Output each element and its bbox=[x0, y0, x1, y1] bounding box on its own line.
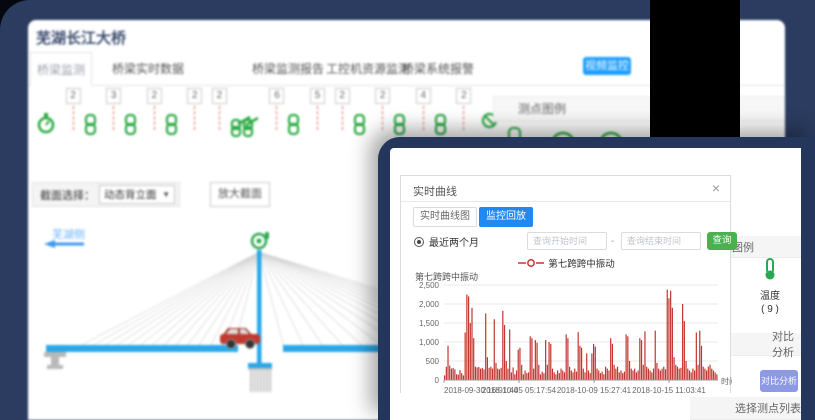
link-icon[interactable] bbox=[287, 114, 300, 135]
video-monitor-button[interactable]: 视频监控 bbox=[583, 57, 631, 75]
link-icon[interactable] bbox=[393, 114, 406, 135]
sensor-dashed-line bbox=[342, 106, 343, 130]
sensor-count-badge: 6 bbox=[269, 88, 284, 104]
sensor-dashed-line bbox=[113, 106, 114, 130]
main-tab-3[interactable]: 工控机资源监测 bbox=[326, 52, 410, 86]
link-icon[interactable] bbox=[434, 114, 447, 135]
sensor-count-badge: 3 bbox=[106, 88, 121, 104]
main-tab-1[interactable]: 桥梁实时数据 bbox=[112, 52, 184, 86]
sensor-dashed-line bbox=[73, 106, 74, 130]
sensor-group-11: 2 bbox=[456, 88, 471, 130]
overlay-window: 测点图例 温度 ( 9 ) 对比分析 对比分析 选择测点列表 实时曲线 × 实时… bbox=[378, 137, 815, 420]
section-select-bar: 截面选择： 动态背立面 ▼ bbox=[32, 182, 180, 207]
y-tick-label: 2,000 bbox=[419, 300, 440, 309]
query-end-time-input[interactable] bbox=[621, 232, 701, 250]
sensor-dashed-line bbox=[463, 106, 464, 130]
bridge-tower-pier bbox=[248, 363, 272, 392]
compare-analysis-button[interactable]: 对比分析 bbox=[760, 370, 798, 392]
main-tab-4[interactable]: 桥梁系统报警 bbox=[402, 52, 474, 86]
main-tab-2[interactable]: 桥梁监测报告 bbox=[252, 52, 324, 86]
recent-two-months-option[interactable]: 最近两个月 bbox=[414, 234, 479, 249]
x-tick-label: 2018-10-05 05:17:54 bbox=[482, 386, 557, 394]
sensor-count-badge: 2 bbox=[456, 88, 471, 104]
sensor-count-badge: 2 bbox=[147, 88, 162, 104]
y-tick-label: 0 bbox=[435, 376, 440, 385]
tab-monitor-playback[interactable]: 监控回放 bbox=[479, 207, 533, 227]
sensor-group-0 bbox=[36, 88, 56, 134]
sensor-group-3: 2 bbox=[147, 88, 178, 135]
page-title: 芜湖长江大桥 bbox=[36, 27, 126, 48]
sensor-group-10: 4 bbox=[416, 88, 447, 135]
sensor-group-7: 5 bbox=[310, 88, 325, 130]
thermometer-icon bbox=[763, 258, 777, 280]
legend-marker-icon bbox=[518, 258, 544, 268]
temperature-count: ( 9 ) bbox=[750, 304, 790, 315]
x-tick-label: 2018-10-09 15:27:41 bbox=[557, 386, 632, 394]
bridge-left-pier bbox=[44, 352, 66, 369]
stopwatch-icon[interactable] bbox=[36, 112, 56, 134]
sensor-count-badge: 2 bbox=[335, 88, 350, 104]
x-axis-label: 时间 bbox=[721, 376, 732, 386]
y-tick-label: 2,500 bbox=[419, 281, 440, 290]
link-icon[interactable] bbox=[84, 114, 97, 135]
chevron-down-icon: ▼ bbox=[162, 190, 170, 199]
close-icon[interactable]: × bbox=[712, 180, 720, 196]
sensor-count-badge: 5 bbox=[310, 88, 325, 104]
radio-selected-icon[interactable] bbox=[414, 237, 424, 247]
link-icon[interactable] bbox=[165, 114, 178, 135]
realtime-curve-dialog: 实时曲线 × 实时曲线图 监控回放 最近两个月 - 查询 第七跨跨中振动 bbox=[400, 175, 731, 393]
tab-realtime-curve[interactable]: 实时曲线图 bbox=[413, 207, 477, 227]
sensor-dashed-line bbox=[154, 106, 155, 130]
bridge-deck-left bbox=[46, 345, 238, 352]
sensor-group-1: 2 bbox=[66, 88, 97, 135]
y-tick-label: 1,500 bbox=[419, 319, 440, 328]
section-dropdown[interactable]: 动态背立面 ▼ bbox=[99, 185, 175, 204]
section-dropdown-value: 动态背立面 bbox=[104, 187, 157, 202]
vibration-chart: 第七跨跨中振动2,5002,0001,5001,00050002018-09-3… bbox=[401, 268, 732, 394]
sensor-count-badge: 2 bbox=[187, 88, 202, 104]
link-icon[interactable] bbox=[124, 114, 137, 135]
direction-arrow-icon bbox=[44, 240, 55, 248]
dialog-title: 实时曲线 bbox=[413, 183, 457, 199]
temperature-label: 温度 bbox=[750, 287, 790, 302]
x-tick-label: 2018-10-15 11:03:41 bbox=[632, 386, 706, 394]
section-select-label: 截面选择： bbox=[40, 187, 95, 203]
camera-icon[interactable] bbox=[252, 232, 269, 248]
query-start-time-input[interactable] bbox=[527, 232, 607, 250]
legend-panel-header: 测点图例 bbox=[493, 96, 785, 122]
sensor-dashed-line bbox=[219, 106, 220, 130]
date-range-separator: - bbox=[611, 236, 614, 247]
sensor-group-6: 6 bbox=[269, 88, 300, 135]
temperature-legend-item[interactable]: 温度 ( 9 ) bbox=[750, 258, 790, 315]
sensor-count-badge: 4 bbox=[416, 88, 431, 104]
sensor-group-4: 2 bbox=[187, 88, 202, 130]
sensor-dashed-line bbox=[194, 106, 195, 130]
sensor-dashed-line bbox=[276, 106, 277, 130]
y-tick-label: 1,000 bbox=[419, 338, 440, 347]
link-double-icon[interactable] bbox=[230, 114, 260, 138]
dialog-header: 实时曲线 × bbox=[401, 176, 730, 202]
sensor-group-9: 2 bbox=[375, 88, 406, 135]
sensor-dashed-line bbox=[317, 106, 318, 130]
bridge-side-label: 芜湖侧 bbox=[52, 227, 85, 241]
y-tick-label: 500 bbox=[426, 357, 440, 366]
point-list-header: 选择测点列表 bbox=[690, 397, 801, 420]
sensor-count-badge: 2 bbox=[375, 88, 390, 104]
sensor-group-2: 3 bbox=[106, 88, 137, 135]
main-tab-0[interactable]: 桥梁监测 bbox=[30, 52, 92, 86]
enlarge-section-button[interactable]: 放大截面 bbox=[210, 182, 270, 207]
link-icon[interactable] bbox=[353, 114, 366, 135]
sensor-count-badge: 2 bbox=[66, 88, 81, 104]
sensor-group-8: 2 bbox=[335, 88, 366, 135]
sensor-group-5: 2 bbox=[212, 88, 260, 138]
sensor-count-badge: 2 bbox=[212, 88, 227, 104]
radio-label: 最近两个月 bbox=[429, 234, 479, 249]
overlay-window-content: 测点图例 温度 ( 9 ) 对比分析 对比分析 选择测点列表 实时曲线 × 实时… bbox=[390, 148, 801, 420]
sensor-dashed-line bbox=[382, 106, 383, 130]
query-button[interactable]: 查询 bbox=[707, 232, 737, 250]
black-overlay-window bbox=[650, 0, 740, 138]
sensor-dashed-line bbox=[423, 106, 424, 130]
bridge-tower bbox=[257, 250, 262, 363]
